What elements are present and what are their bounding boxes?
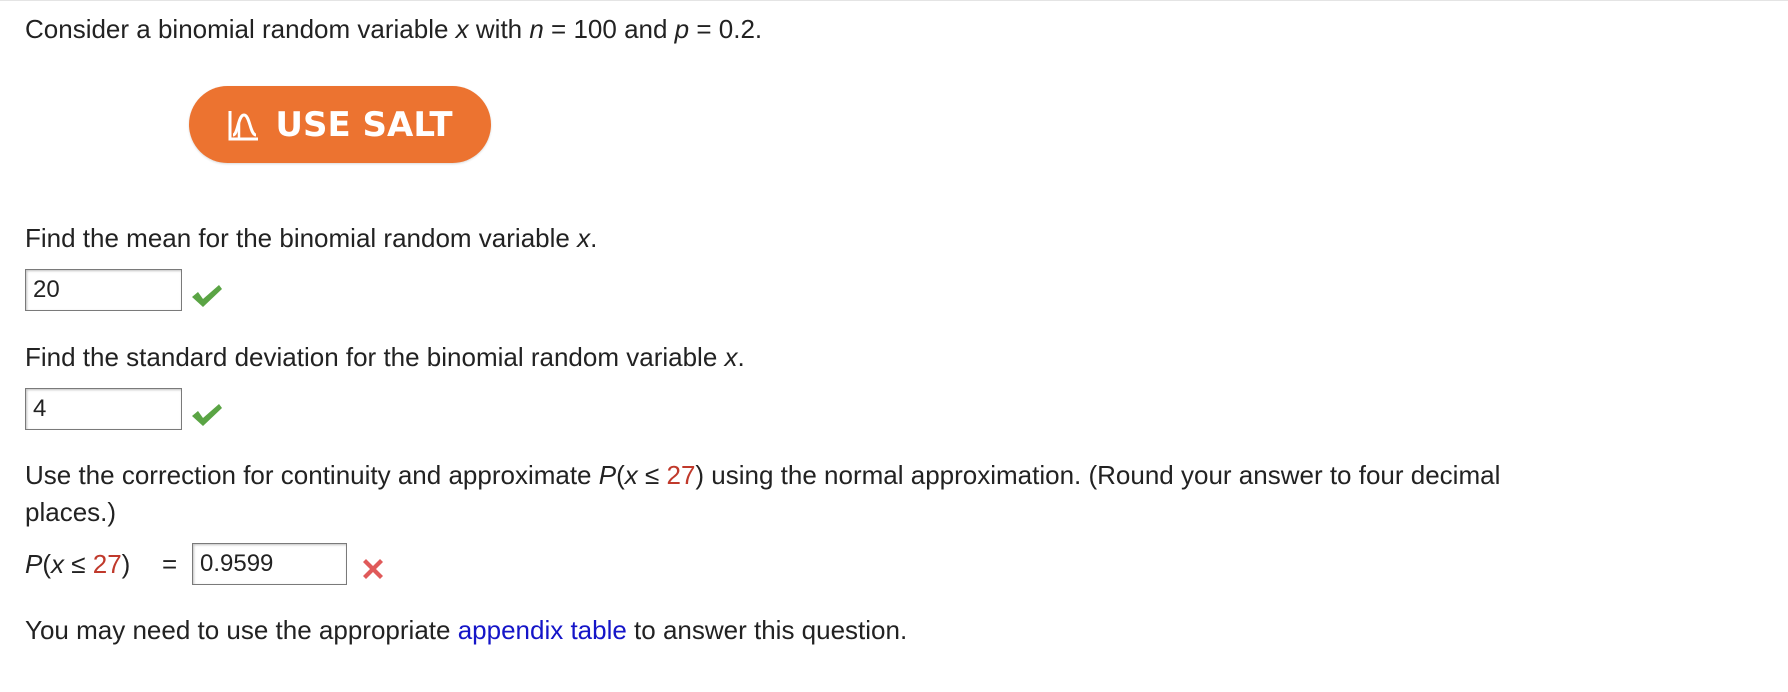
- n-symbol: n: [529, 14, 544, 44]
- variable-x: x: [724, 342, 738, 372]
- use-salt-label: USE SALT: [275, 104, 453, 145]
- paren-close: ): [121, 549, 131, 579]
- p-value: = 0.2.: [689, 14, 763, 44]
- sd-prompt-end: .: [737, 342, 745, 372]
- sd-answer-input[interactable]: [25, 388, 182, 430]
- appendix-table-link[interactable]: appendix table: [458, 615, 627, 645]
- variable-x: x: [577, 223, 591, 253]
- normal-prompt: Use the correction for continuity and ap…: [25, 458, 1500, 492]
- p-symbol: P: [25, 549, 43, 579]
- sd-prompt-text: Find the standard deviation for the bino…: [25, 342, 725, 372]
- normal-prompt-line2: places.): [25, 497, 117, 527]
- paren-open: (: [42, 549, 52, 579]
- probability-cross-icon: [359, 555, 387, 590]
- variable-x: x: [624, 460, 638, 490]
- sd-prompt: Find the standard deviation for the bino…: [25, 340, 745, 374]
- leq-symbol: ≤: [637, 460, 667, 490]
- normal-prompt-text: Use the correction for continuity and ap…: [25, 460, 599, 490]
- footer-note: You may need to use the appropriate appe…: [25, 613, 907, 647]
- probability-label: P(x ≤ 27): [25, 547, 130, 581]
- variable-x: x: [51, 549, 65, 579]
- probability-answer-input[interactable]: [192, 543, 347, 585]
- p-symbol: P: [598, 460, 617, 490]
- threshold-value: 27: [92, 549, 122, 579]
- mean-prompt-end: .: [590, 223, 598, 253]
- intro-with: with: [468, 14, 530, 44]
- footer-text: You may need to use the appropriate: [25, 615, 458, 645]
- threshold-value: 27: [666, 460, 696, 490]
- paren-open: (: [616, 460, 625, 490]
- mean-prompt-text: Find the mean for the binomial random va…: [25, 223, 578, 253]
- n-value: = 100 and: [543, 14, 675, 44]
- equals-sign: =: [162, 549, 178, 579]
- top-divider: [0, 0, 1788, 1]
- mean-answer-input[interactable]: [25, 269, 182, 311]
- mean-check-icon: [190, 282, 224, 317]
- use-salt-button[interactable]: USE SALT: [189, 86, 491, 163]
- variable-x: x: [455, 14, 469, 44]
- question-intro: Consider a binomial random variable x wi…: [25, 12, 762, 46]
- salt-curve-icon: [227, 108, 261, 142]
- p-symbol: p: [674, 14, 690, 44]
- sd-check-icon: [190, 401, 224, 436]
- mean-prompt: Find the mean for the binomial random va…: [25, 221, 597, 255]
- intro-text: Consider a binomial random variable: [25, 14, 456, 44]
- normal-prompt-rest: ) using the normal approximation. (Round…: [695, 460, 1501, 490]
- footer-text-end: to answer this question.: [626, 615, 908, 645]
- leq-symbol: ≤: [64, 549, 93, 579]
